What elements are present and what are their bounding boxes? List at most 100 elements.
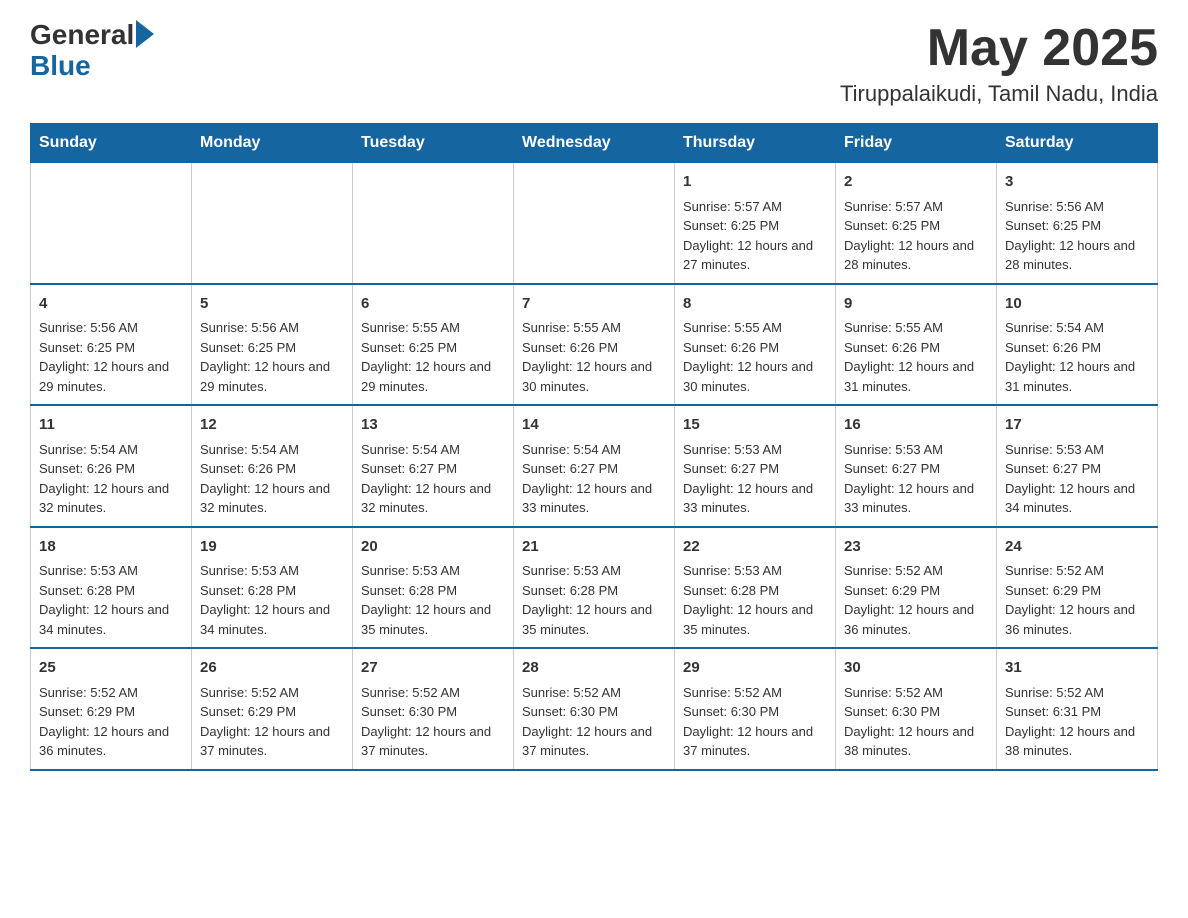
calendar-cell: 7Sunrise: 5:55 AM Sunset: 6:26 PM Daylig… xyxy=(514,284,675,406)
day-number: 15 xyxy=(683,414,827,437)
day-info: Sunrise: 5:57 AM Sunset: 6:25 PM Dayligh… xyxy=(683,197,827,275)
day-number: 11 xyxy=(39,414,183,437)
day-header-tuesday: Tuesday xyxy=(353,124,514,163)
calendar-cell: 24Sunrise: 5:52 AM Sunset: 6:29 PM Dayli… xyxy=(997,527,1158,649)
day-info: Sunrise: 5:56 AM Sunset: 6:25 PM Dayligh… xyxy=(1005,197,1149,275)
day-number: 29 xyxy=(683,657,827,680)
calendar-cell xyxy=(192,163,353,284)
logo-blue-text: Blue xyxy=(30,50,91,82)
calendar-cell: 23Sunrise: 5:52 AM Sunset: 6:29 PM Dayli… xyxy=(836,527,997,649)
day-number: 5 xyxy=(200,293,344,316)
logo: General Blue xyxy=(30,20,154,82)
calendar-cell: 15 Sunrise: 5:53 AM Sunset: 6:27 PM Dayli… xyxy=(675,405,836,527)
day-number: 6 xyxy=(361,293,505,316)
day-info: Sunrise: 5:52 AM Sunset: 6:29 PM Dayligh… xyxy=(200,683,344,761)
month-title: May 2025 xyxy=(840,20,1158,77)
calendar-cell: 28Sunrise: 5:52 AM Sunset: 6:30 PM Dayli… xyxy=(514,648,675,770)
day-info: Sunrise: 5:52 AM Sunset: 6:29 PM Dayligh… xyxy=(1005,561,1149,639)
day-number: 10 xyxy=(1005,293,1149,316)
calendar-cell: 18Sunrise: 5:53 AM Sunset: 6:28 PM Dayli… xyxy=(31,527,192,649)
day-info: Sunrise: 5:55 AM Sunset: 6:26 PM Dayligh… xyxy=(683,318,827,396)
calendar-cell: 12Sunrise: 5:54 AM Sunset: 6:26 PM Dayli… xyxy=(192,405,353,527)
day-number: 26 xyxy=(200,657,344,680)
day-info: Sunrise: 5:53 AM Sunset: 6:27 PM Dayligh… xyxy=(844,440,988,518)
calendar-week-1: 1 Sunrise: 5:57 AM Sunset: 6:25 PM Daylig… xyxy=(31,163,1158,284)
day-info: Sunrise: 5:52 AM Sunset: 6:30 PM Dayligh… xyxy=(361,683,505,761)
day-number: 23 xyxy=(844,536,988,559)
calendar-table: SundayMondayTuesdayWednesdayThursdayFrid… xyxy=(30,123,1158,771)
calendar-body: 1 Sunrise: 5:57 AM Sunset: 6:25 PM Daylig… xyxy=(31,163,1158,770)
day-info: Sunrise: 5:56 AM Sunset: 6:25 PM Dayligh… xyxy=(39,318,183,396)
day-number: 4 xyxy=(39,293,183,316)
day-number: 3 xyxy=(1005,171,1149,194)
day-info: Sunrise: 5:54 AM Sunset: 6:27 PM Dayligh… xyxy=(522,440,666,518)
calendar-cell: 22Sunrise: 5:53 AM Sunset: 6:28 PM Dayli… xyxy=(675,527,836,649)
calendar-cell: 8Sunrise: 5:55 AM Sunset: 6:26 PM Daylig… xyxy=(675,284,836,406)
day-info: Sunrise: 5:55 AM Sunset: 6:26 PM Dayligh… xyxy=(844,318,988,396)
day-info: Sunrise: 5:53 AM Sunset: 6:28 PM Dayligh… xyxy=(683,561,827,639)
day-number: 13 xyxy=(361,414,505,437)
calendar-cell: 25Sunrise: 5:52 AM Sunset: 6:29 PM Dayli… xyxy=(31,648,192,770)
calendar-cell: 1 Sunrise: 5:57 AM Sunset: 6:25 PM Daylig… xyxy=(675,163,836,284)
calendar-week-5: 25 Sunrise: 5:52 AM Sunset: 6:29 PM Dayli… xyxy=(31,648,1158,770)
day-info: Sunrise: 5:53 AM Sunset: 6:28 PM Dayligh… xyxy=(522,561,666,639)
calendar-cell: 4Sunrise: 5:56 AM Sunset: 6:25 PM Daylig… xyxy=(31,284,192,406)
location-title: Tiruppalaikudi, Tamil Nadu, India xyxy=(840,81,1158,107)
calendar-cell: 9Sunrise: 5:55 AM Sunset: 6:26 PM Daylig… xyxy=(836,284,997,406)
day-header-monday: Monday xyxy=(192,124,353,163)
day-info: Sunrise: 5:52 AM Sunset: 6:29 PM Dayligh… xyxy=(844,561,988,639)
day-info: Sunrise: 5:52 AM Sunset: 6:30 PM Dayligh… xyxy=(844,683,988,761)
day-info: Sunrise: 5:53 AM Sunset: 6:27 PM Dayligh… xyxy=(683,440,827,518)
calendar-cell: 29Sunrise: 5:52 AM Sunset: 6:30 PM Dayli… xyxy=(675,648,836,770)
day-info: Sunrise: 5:56 AM Sunset: 6:25 PM Dayligh… xyxy=(200,318,344,396)
day-header-wednesday: Wednesday xyxy=(514,124,675,163)
calendar-cell: 2 Sunrise: 5:57 AM Sunset: 6:25 PM Daylig… xyxy=(836,163,997,284)
calendar-cell: 13 Sunrise: 5:54 AM Sunset: 6:27 PM Dayli… xyxy=(353,405,514,527)
day-number: 19 xyxy=(200,536,344,559)
calendar-cell: 30Sunrise: 5:52 AM Sunset: 6:30 PM Dayli… xyxy=(836,648,997,770)
days-header-row: SundayMondayTuesdayWednesdayThursdayFrid… xyxy=(31,124,1158,163)
calendar-cell: 11 Sunrise: 5:54 AM Sunset: 6:26 PM Dayli… xyxy=(31,405,192,527)
calendar-cell: 21Sunrise: 5:53 AM Sunset: 6:28 PM Dayli… xyxy=(514,527,675,649)
calendar-cell xyxy=(514,163,675,284)
day-number: 9 xyxy=(844,293,988,316)
day-info: Sunrise: 5:54 AM Sunset: 6:26 PM Dayligh… xyxy=(200,440,344,518)
day-number: 18 xyxy=(39,536,183,559)
day-number: 21 xyxy=(522,536,666,559)
calendar-week-2: 4Sunrise: 5:56 AM Sunset: 6:25 PM Daylig… xyxy=(31,284,1158,406)
day-number: 14 xyxy=(522,414,666,437)
day-number: 7 xyxy=(522,293,666,316)
day-number: 22 xyxy=(683,536,827,559)
calendar-cell: 20Sunrise: 5:53 AM Sunset: 6:28 PM Dayli… xyxy=(353,527,514,649)
calendar-week-4: 18Sunrise: 5:53 AM Sunset: 6:28 PM Dayli… xyxy=(31,527,1158,649)
day-header-saturday: Saturday xyxy=(997,124,1158,163)
day-number: 17 xyxy=(1005,414,1149,437)
day-info: Sunrise: 5:53 AM Sunset: 6:28 PM Dayligh… xyxy=(200,561,344,639)
day-number: 8 xyxy=(683,293,827,316)
day-info: Sunrise: 5:55 AM Sunset: 6:26 PM Dayligh… xyxy=(522,318,666,396)
day-info: Sunrise: 5:54 AM Sunset: 6:26 PM Dayligh… xyxy=(1005,318,1149,396)
day-number: 1 xyxy=(683,171,827,194)
calendar-cell: 10Sunrise: 5:54 AM Sunset: 6:26 PM Dayli… xyxy=(997,284,1158,406)
day-info: Sunrise: 5:53 AM Sunset: 6:28 PM Dayligh… xyxy=(39,561,183,639)
calendar-cell: 27 Sunrise: 5:52 AM Sunset: 6:30 PM Dayli… xyxy=(353,648,514,770)
calendar-cell: 19Sunrise: 5:53 AM Sunset: 6:28 PM Dayli… xyxy=(192,527,353,649)
day-info: Sunrise: 5:53 AM Sunset: 6:27 PM Dayligh… xyxy=(1005,440,1149,518)
title-area: May 2025 Tiruppalaikudi, Tamil Nadu, Ind… xyxy=(840,20,1158,107)
day-info: Sunrise: 5:55 AM Sunset: 6:25 PM Dayligh… xyxy=(361,318,505,396)
calendar-week-3: 11 Sunrise: 5:54 AM Sunset: 6:26 PM Dayli… xyxy=(31,405,1158,527)
day-number: 28 xyxy=(522,657,666,680)
day-number: 16 xyxy=(844,414,988,437)
day-info: Sunrise: 5:57 AM Sunset: 6:25 PM Dayligh… xyxy=(844,197,988,275)
calendar-cell xyxy=(353,163,514,284)
calendar-cell: 3 Sunrise: 5:56 AM Sunset: 6:25 PM Daylig… xyxy=(997,163,1158,284)
day-info: Sunrise: 5:53 AM Sunset: 6:28 PM Dayligh… xyxy=(361,561,505,639)
calendar-cell: 26 Sunrise: 5:52 AM Sunset: 6:29 PM Dayli… xyxy=(192,648,353,770)
day-number: 25 xyxy=(39,657,183,680)
day-number: 2 xyxy=(844,171,988,194)
day-info: Sunrise: 5:54 AM Sunset: 6:27 PM Dayligh… xyxy=(361,440,505,518)
day-number: 27 xyxy=(361,657,505,680)
calendar-cell: 16 Sunrise: 5:53 AM Sunset: 6:27 PM Dayli… xyxy=(836,405,997,527)
logo-arrow-icon xyxy=(136,20,154,48)
day-info: Sunrise: 5:54 AM Sunset: 6:26 PM Dayligh… xyxy=(39,440,183,518)
